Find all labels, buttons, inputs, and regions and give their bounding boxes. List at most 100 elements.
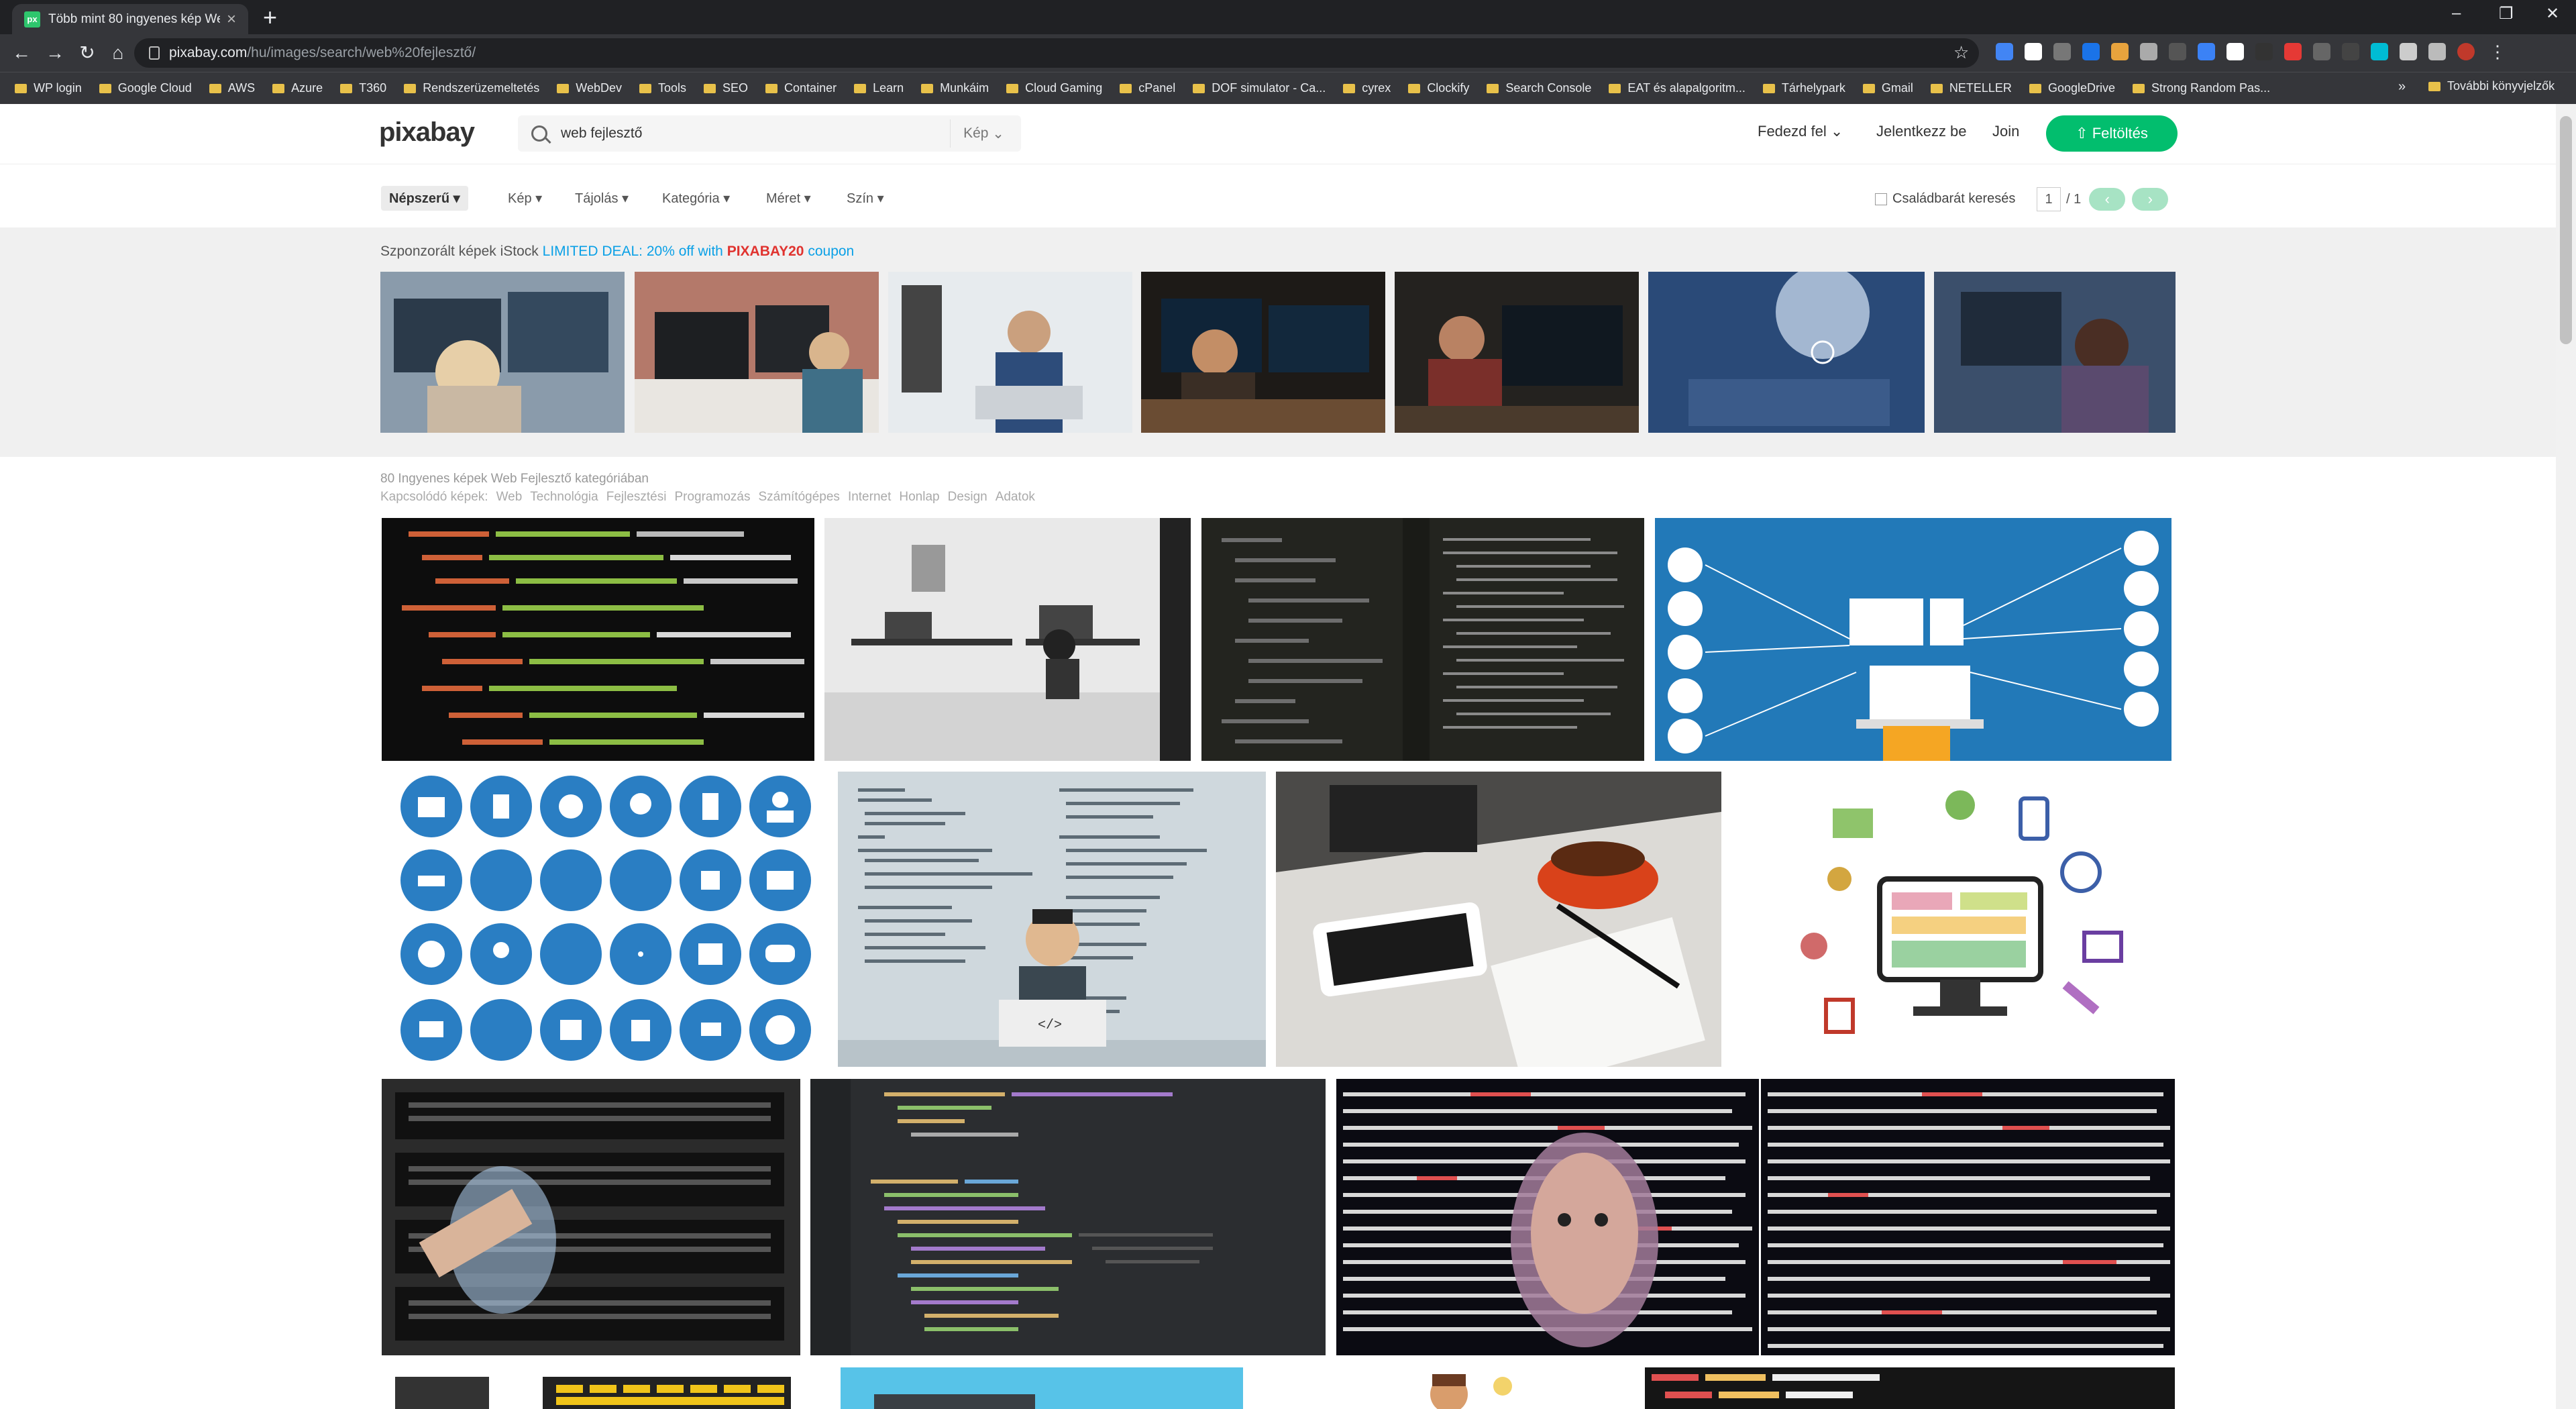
browser-menu-icon[interactable]: ⋮ bbox=[2489, 43, 2506, 60]
search-icon[interactable] bbox=[531, 125, 547, 142]
media-icon[interactable] bbox=[2428, 43, 2446, 60]
extension-v-icon[interactable] bbox=[2371, 43, 2388, 60]
sponsored-image[interactable] bbox=[888, 272, 1132, 433]
family-safe-checkbox[interactable] bbox=[1875, 193, 1887, 205]
restore-icon[interactable]: ❐ bbox=[2499, 4, 2514, 23]
extensions-puzzle-icon[interactable] bbox=[2400, 43, 2417, 60]
extension-lang-icon[interactable] bbox=[2198, 43, 2215, 60]
filter-category[interactable]: Kategória ▾ bbox=[654, 186, 738, 211]
reload-icon[interactable]: ↻ bbox=[75, 41, 99, 65]
extension-drive-icon[interactable] bbox=[1996, 43, 2013, 60]
extension-m-icon[interactable] bbox=[2053, 43, 2071, 60]
extension-dark-icon[interactable] bbox=[2255, 43, 2273, 60]
filter-image[interactable]: Kép ▾ bbox=[500, 186, 550, 211]
bookmark-item[interactable]: Learn bbox=[854, 81, 904, 95]
related-tag-link[interactable]: Honlap bbox=[899, 490, 939, 505]
explore-menu[interactable]: Fedezd fel ⌄ bbox=[1758, 123, 1843, 140]
bookmark-item[interactable]: Search Console bbox=[1487, 81, 1591, 95]
close-tab-icon[interactable]: × bbox=[227, 10, 236, 29]
home-icon[interactable]: ⌂ bbox=[106, 41, 130, 65]
bookmark-item[interactable]: Rendszerüzemeltetés bbox=[404, 81, 539, 95]
prev-page-button[interactable]: ‹ bbox=[2089, 188, 2126, 211]
result-image[interactable] bbox=[824, 518, 1191, 761]
search-type-select[interactable]: Kép ⌄ bbox=[950, 119, 1017, 148]
extension-orange-icon[interactable] bbox=[2111, 43, 2129, 60]
bookmark-item[interactable]: Tárhelypark bbox=[1762, 81, 1845, 95]
bookmark-item[interactable]: Cloud Gaming bbox=[1006, 81, 1102, 95]
deal-link[interactable]: LIMITED DEAL: 20% off with bbox=[543, 244, 723, 259]
bookmark-item[interactable]: AWS bbox=[209, 81, 255, 95]
result-image[interactable] bbox=[1336, 1079, 1759, 1355]
page-scrollbar[interactable] bbox=[2556, 104, 2576, 1409]
window-close-icon[interactable]: ✕ bbox=[2546, 4, 2559, 23]
extension-bulb-icon[interactable] bbox=[2342, 43, 2359, 60]
scrollbar-thumb[interactable] bbox=[2560, 116, 2572, 344]
bookmark-other[interactable]: További könyvjelzők bbox=[2428, 79, 2555, 93]
related-tag-link[interactable]: Adatok bbox=[996, 490, 1035, 505]
result-image[interactable] bbox=[1301, 1367, 1650, 1409]
result-image[interactable] bbox=[1732, 772, 2175, 1067]
bookmark-item[interactable]: cPanel bbox=[1120, 81, 1175, 95]
extension-s-red-icon[interactable] bbox=[2284, 43, 2302, 60]
profile-avatar[interactable] bbox=[2457, 43, 2475, 60]
filter-color[interactable]: Szín ▾ bbox=[839, 186, 892, 211]
bookmark-item[interactable]: Container bbox=[765, 81, 837, 95]
extension-link-icon[interactable] bbox=[2140, 43, 2157, 60]
filter-orientation[interactable]: Tájolás ▾ bbox=[567, 186, 637, 211]
family-safe-toggle[interactable]: Családbarát keresés bbox=[1875, 191, 2015, 207]
bookmark-item[interactable]: Azure bbox=[272, 81, 323, 95]
bookmark-item[interactable]: Gmail bbox=[1862, 81, 1913, 95]
address-bar[interactable]: pixabay.com/hu/images/search/web%20fejle… bbox=[134, 38, 1979, 68]
sponsored-image[interactable] bbox=[1141, 272, 1385, 433]
bookmark-item[interactable]: Munkáim bbox=[921, 81, 989, 95]
related-tag-link[interactable]: Design bbox=[948, 490, 987, 505]
forward-icon[interactable]: → bbox=[43, 41, 67, 65]
new-tab-icon[interactable]: + bbox=[263, 5, 277, 30]
result-image[interactable] bbox=[841, 1367, 1243, 1409]
minimize-icon[interactable]: – bbox=[2452, 4, 2461, 23]
result-image[interactable] bbox=[382, 1367, 807, 1409]
bookmark-item[interactable]: WebDev bbox=[557, 81, 622, 95]
extension-blue-icon[interactable] bbox=[2082, 43, 2100, 60]
pixabay-logo[interactable]: pixabay bbox=[379, 117, 475, 148]
result-image[interactable] bbox=[1201, 518, 1644, 761]
bookmark-item[interactable]: SEO bbox=[704, 81, 748, 95]
result-image[interactable] bbox=[1276, 772, 1721, 1067]
next-page-button[interactable]: › bbox=[2132, 188, 2169, 211]
page-input[interactable]: 1 bbox=[2037, 187, 2061, 211]
extension-s-icon[interactable] bbox=[2025, 43, 2042, 60]
sponsored-image[interactable] bbox=[1648, 272, 1925, 433]
result-image[interactable] bbox=[382, 518, 814, 761]
related-tag-link[interactable]: Programozás bbox=[674, 490, 750, 505]
bookmark-item[interactable]: DOF simulator - Ca... bbox=[1193, 81, 1326, 95]
related-tag-link[interactable]: Számítógépes bbox=[758, 490, 839, 505]
bookmark-item[interactable]: NETELLER bbox=[1930, 81, 2012, 95]
bookmark-item[interactable]: T360 bbox=[340, 81, 386, 95]
bookmark-item[interactable]: Google Cloud bbox=[99, 81, 192, 95]
extension-cross-icon[interactable] bbox=[2226, 43, 2244, 60]
join-link[interactable]: Join bbox=[1992, 123, 2019, 140]
search-input[interactable] bbox=[561, 115, 950, 152]
sponsored-image[interactable] bbox=[635, 272, 879, 433]
related-tag-link[interactable]: Web bbox=[496, 490, 523, 505]
result-image[interactable] bbox=[1645, 1367, 2175, 1409]
related-tag-link[interactable]: Internet bbox=[848, 490, 891, 505]
extension-pen-icon[interactable] bbox=[2313, 43, 2330, 60]
result-image[interactable] bbox=[382, 772, 818, 1067]
result-image[interactable] bbox=[1655, 518, 2171, 761]
filter-size[interactable]: Méret ▾ bbox=[758, 186, 819, 211]
extension-grey-icon[interactable] bbox=[2169, 43, 2186, 60]
sponsored-image[interactable] bbox=[380, 272, 625, 433]
coupon-suffix[interactable]: coupon bbox=[808, 244, 854, 259]
bookmark-item[interactable]: cyrex bbox=[1343, 81, 1391, 95]
bookmark-item[interactable]: GoogleDrive bbox=[2029, 81, 2115, 95]
bookmarks-more-icon[interactable]: » bbox=[2398, 79, 2406, 95]
result-image[interactable] bbox=[382, 1079, 800, 1355]
bookmark-item[interactable]: Strong Random Pas... bbox=[2132, 81, 2270, 95]
upload-button[interactable]: ⇧ Feltöltés bbox=[2046, 115, 2178, 152]
back-icon[interactable]: ← bbox=[9, 41, 34, 65]
result-image[interactable] bbox=[1761, 1079, 2175, 1355]
login-link[interactable]: Jelentkezz be bbox=[1876, 123, 1967, 140]
bookmark-star-icon[interactable]: ☆ bbox=[1953, 42, 1969, 63]
browser-tab[interactable]: px Több mint 80 ingyenes kép Web × bbox=[12, 4, 248, 34]
